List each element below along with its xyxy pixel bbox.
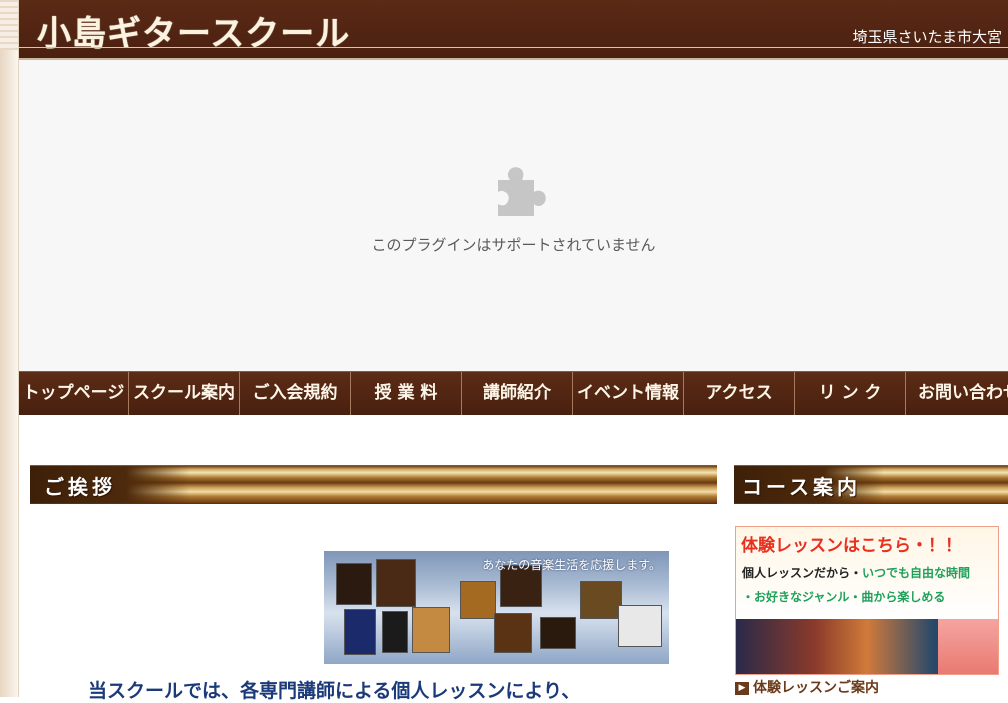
site-header: 小島ギタースクール 埼玉県さいたま市大宮 bbox=[19, 0, 1008, 60]
trial-lesson-banner[interactable]: 体験レッスンはこちら・！！ 個人レッスンだから・いつでも自由な時間 ・お好きなジ… bbox=[735, 526, 999, 675]
banner-tile bbox=[336, 563, 372, 605]
nav-contact[interactable]: お問い合わせ bbox=[906, 372, 1008, 415]
nav-membership-terms[interactable]: ご入会規約 bbox=[240, 372, 351, 415]
trial-banner-headline: 体験レッスンはこちら・！！ bbox=[741, 536, 962, 556]
nav-access[interactable]: アクセス bbox=[684, 372, 795, 415]
banner-tile bbox=[494, 613, 532, 653]
nav-events[interactable]: イベント情報 bbox=[573, 372, 684, 415]
arrow-right-icon: ▶ bbox=[735, 681, 749, 695]
trial-banner-line1-prefix: 個人レッスンだから・ bbox=[742, 566, 863, 580]
trial-banner-line1: 個人レッスンだから・いつでも自由な時間 bbox=[742, 564, 970, 581]
banner-tile bbox=[618, 605, 662, 647]
trial-banner-line1-highlight: いつでも自由な時間 bbox=[862, 566, 971, 580]
nav-instructors[interactable]: 講師紹介 bbox=[462, 372, 573, 415]
nav-school-info[interactable]: スクール案内 bbox=[129, 372, 240, 415]
banner-tile bbox=[460, 581, 496, 619]
plugin-placeholder: このプラグインはサポートされていません bbox=[19, 60, 1008, 371]
banner-tile bbox=[540, 617, 576, 649]
left-decor-strip bbox=[0, 0, 19, 697]
music-life-banner: あなたの音楽生活を応援します。 bbox=[324, 551, 669, 664]
trial-lesson-link[interactable]: ▶ 体験レッスンご案内 bbox=[735, 677, 879, 697]
banner-tile bbox=[344, 609, 376, 655]
banner-tile bbox=[580, 581, 622, 619]
banner-tile bbox=[376, 559, 416, 607]
greeting-section-header: ご挨拶 bbox=[30, 465, 717, 504]
banner-tile bbox=[412, 607, 450, 653]
banner-tile bbox=[382, 611, 408, 653]
nav-tuition[interactable]: 授 業 料 bbox=[351, 372, 462, 415]
intro-text: 当スクールでは、各専門講師による個人レッスンにより、 bbox=[88, 680, 581, 702]
trial-banner-photo bbox=[736, 619, 998, 674]
course-section-title: コース案内 bbox=[742, 475, 861, 499]
header-divider bbox=[19, 47, 1008, 48]
nav-links[interactable]: リ ン ク bbox=[795, 372, 906, 415]
trial-banner-line2: ・お好きなジャンル・曲から楽しめる bbox=[742, 590, 946, 604]
greeting-section-title: ご挨拶 bbox=[44, 475, 116, 499]
puzzle-piece-icon bbox=[498, 167, 546, 216]
main-nav: トップページ スクール案内 ご入会規約 授 業 料 講師紹介 イベント情報 アク… bbox=[19, 371, 1008, 415]
location-text: 埼玉県さいたま市大宮 bbox=[852, 28, 1002, 46]
banner-caption: あなたの音楽生活を応援します。 bbox=[482, 558, 661, 572]
nav-top-page[interactable]: トップページ bbox=[19, 372, 129, 415]
course-section-header: コース案内 bbox=[734, 465, 1008, 504]
trial-lesson-link-label: 体験レッスンご案内 bbox=[753, 680, 879, 696]
trial-banner-pink-band bbox=[938, 619, 998, 674]
left-decor-lines bbox=[0, 0, 18, 50]
plugin-unsupported-message: このプラグインはサポートされていません bbox=[371, 236, 656, 254]
